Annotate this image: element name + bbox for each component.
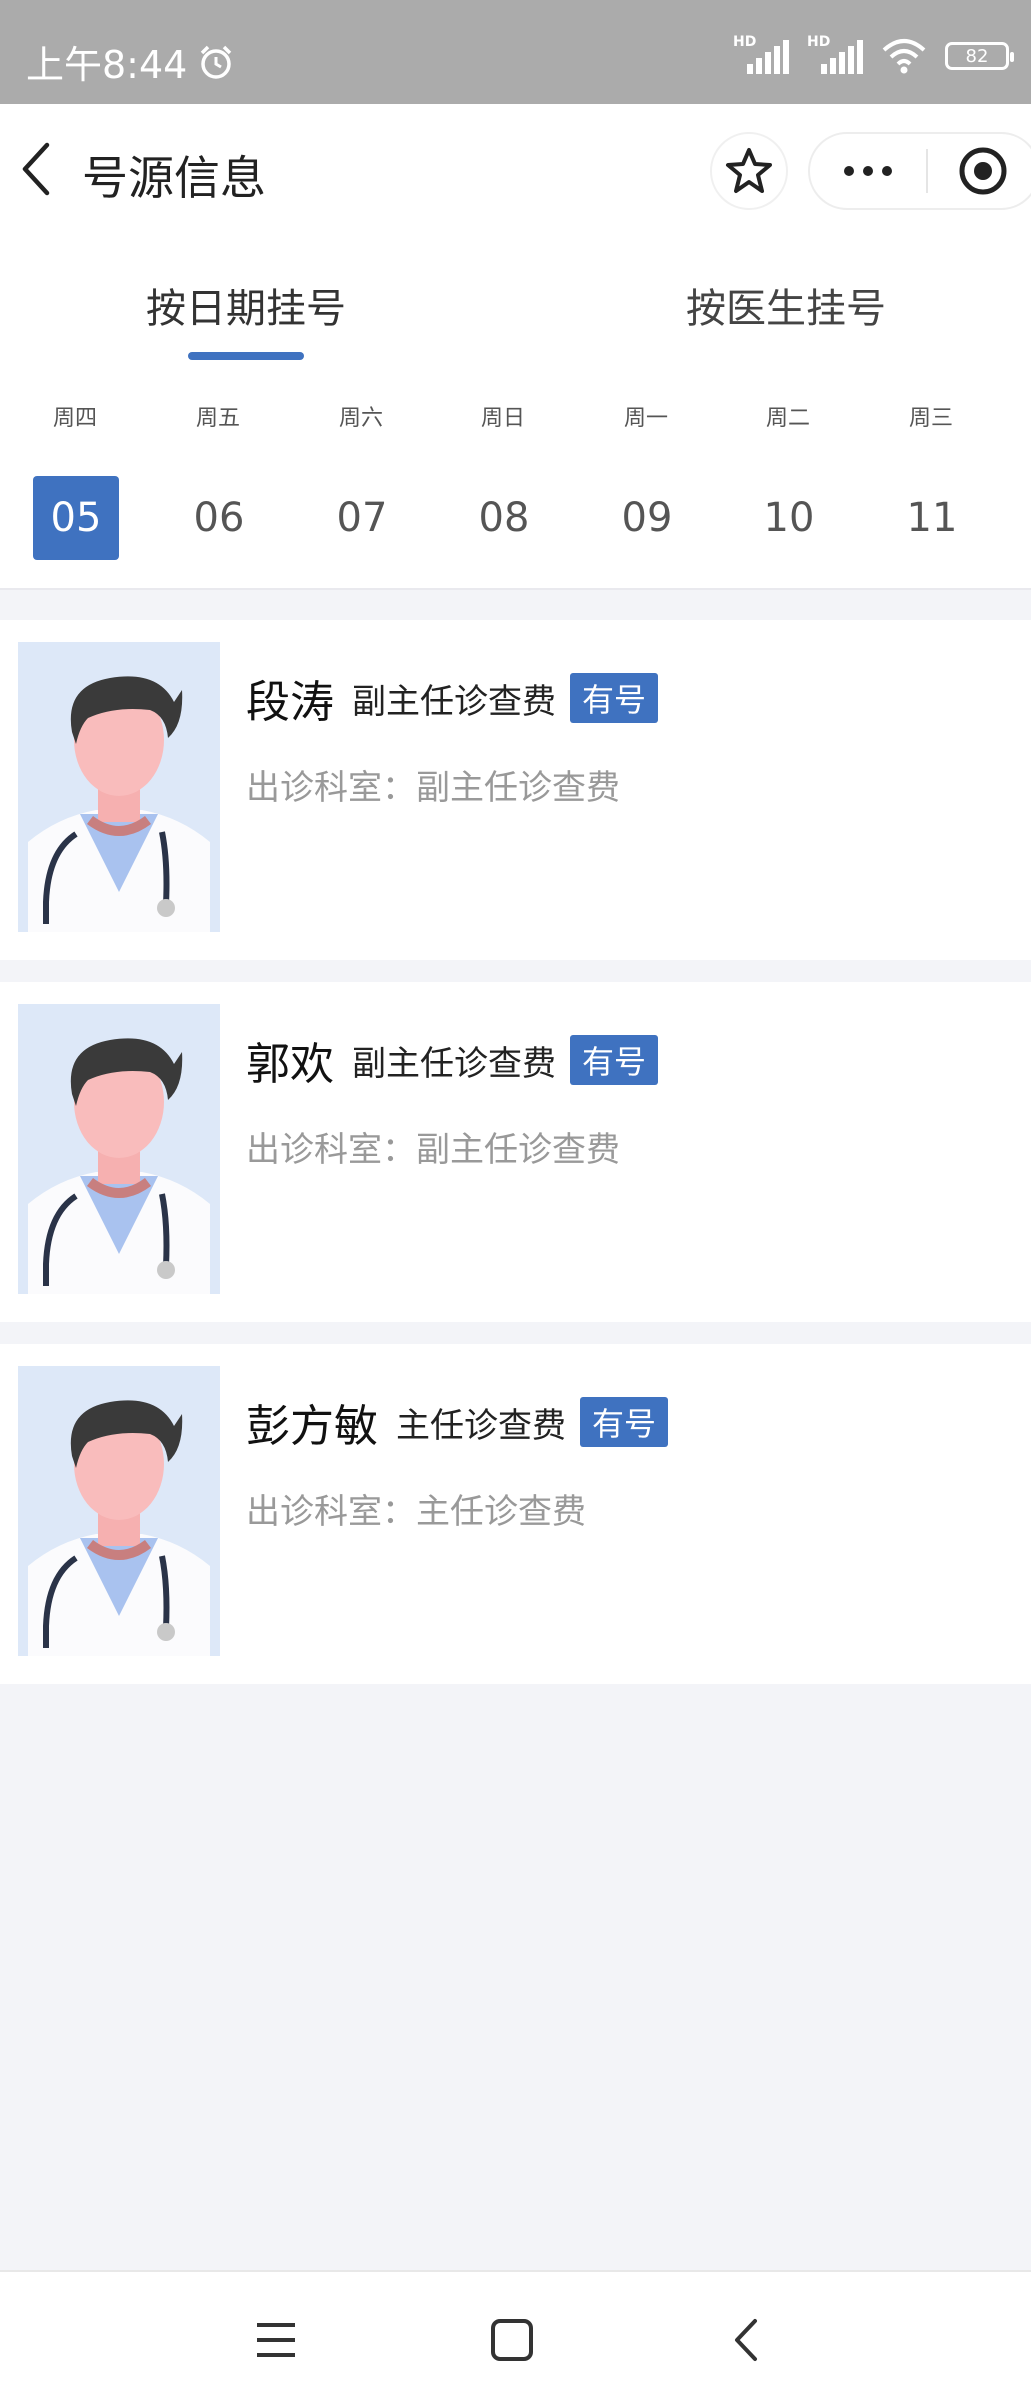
status-time-group: 上午8:44 (26, 34, 235, 89)
wifi-icon (882, 39, 926, 74)
doctor-card[interactable]: 郭欢 副主任诊查费 有号 出诊科室：副主任诊查费 (0, 982, 1031, 1322)
date-number: 07 (336, 495, 388, 541)
doctor-avatar (18, 1366, 220, 1656)
doctor-card[interactable]: 彭方敏 主任诊查费 有号 出诊科室：主任诊查费 (0, 1344, 1031, 1684)
doctor-name-row: 段涛 副主任诊查费 有号 (246, 666, 659, 730)
doctor-info: 彭方敏 主任诊查费 有号 出诊科室：主任诊查费 (246, 1390, 669, 1533)
back-nav-button[interactable] (706, 2300, 786, 2380)
back-icon (735, 2319, 757, 2361)
doctor-avatar (18, 1004, 220, 1294)
availability-badge: 有号 (570, 1035, 659, 1085)
page-title: 号源信息 (82, 151, 266, 205)
home-icon (491, 2319, 533, 2361)
weekday-label: 周六 (338, 406, 383, 431)
doctor-name: 段涛 (246, 677, 334, 728)
tab-active-indicator (188, 352, 304, 360)
capsule-menu (808, 132, 1031, 210)
doctor-name: 彭方敏 (246, 1401, 378, 1452)
date-number: 05 (33, 476, 119, 560)
date-number: 11 (906, 495, 958, 541)
weekday-label: 周二 (765, 406, 810, 431)
doctor-info: 郭欢 副主任诊查费 有号 出诊科室：副主任诊查费 (246, 1028, 659, 1171)
alarm-icon (201, 45, 232, 79)
signal-icon: HD (733, 34, 789, 74)
availability-badge: 有号 (570, 673, 659, 723)
doctor-info: 段涛 副主任诊查费 有号 出诊科室：副主任诊查费 (246, 666, 659, 809)
status-icons: HD HD 82 (733, 34, 1014, 74)
doctor-department: 出诊科室：主任诊查费 (246, 1492, 586, 1532)
weekday-label: 周一 (623, 406, 668, 431)
tab-bar: 按日期挂号 按医生挂号 (0, 234, 1031, 364)
doctor-name-row: 彭方敏 主任诊查费 有号 (246, 1390, 669, 1454)
date-number: 09 (621, 495, 673, 541)
weekday-label: 周日 (480, 406, 525, 431)
header: 号源信息 (0, 104, 1031, 234)
status-bar: 上午8:44 HD HD 82 (0, 0, 1031, 104)
signal-icon: HD (807, 34, 863, 74)
more-button[interactable] (810, 134, 926, 208)
availability-badge: 有号 (580, 1397, 669, 1447)
doctor-card[interactable]: 段涛 副主任诊查费 有号 出诊科室：副主任诊查费 (0, 620, 1031, 960)
home-button[interactable] (472, 2300, 552, 2380)
doctor-name: 郭欢 (246, 1039, 334, 1090)
date-number: 06 (193, 495, 245, 541)
menu-button[interactable] (236, 2300, 316, 2380)
favorite-button[interactable] (710, 132, 788, 210)
status-time: 上午8:44 (26, 43, 188, 87)
more-icon (844, 166, 892, 176)
battery-icon: 82 (945, 42, 1014, 70)
doctor-title: 副主任诊查费 (352, 1043, 556, 1084)
doctor-title: 主任诊查费 (396, 1405, 566, 1446)
system-nav-bar (0, 2270, 1031, 2400)
back-button[interactable] (6, 134, 66, 204)
date-number: 10 (763, 495, 815, 541)
doctor-avatar (18, 642, 220, 932)
close-miniprogram-button[interactable] (928, 145, 1031, 197)
target-icon (959, 147, 1007, 195)
date-selector: 周四 05 周五 06 周六 07 周日 08 周一 09 周二 10 周三 1… (0, 364, 1031, 590)
menu-icon (257, 2323, 295, 2357)
tab-by-doctor[interactable]: 按医生挂号 (686, 276, 886, 334)
doctor-department: 出诊科室：副主任诊查费 (246, 1130, 620, 1170)
back-arrow-icon (22, 142, 50, 196)
weekday-label: 周三 (908, 406, 953, 431)
weekday-label: 周四 (52, 406, 97, 431)
tab-by-date[interactable]: 按日期挂号 (146, 276, 346, 334)
doctor-name-row: 郭欢 副主任诊查费 有号 (246, 1028, 659, 1092)
weekday-label: 周五 (195, 406, 240, 431)
star-icon (726, 148, 772, 193)
battery-level: 82 (965, 45, 989, 67)
doctor-title: 副主任诊查费 (352, 681, 556, 722)
doctor-department: 出诊科室：副主任诊查费 (246, 768, 620, 808)
date-number: 08 (478, 495, 530, 541)
